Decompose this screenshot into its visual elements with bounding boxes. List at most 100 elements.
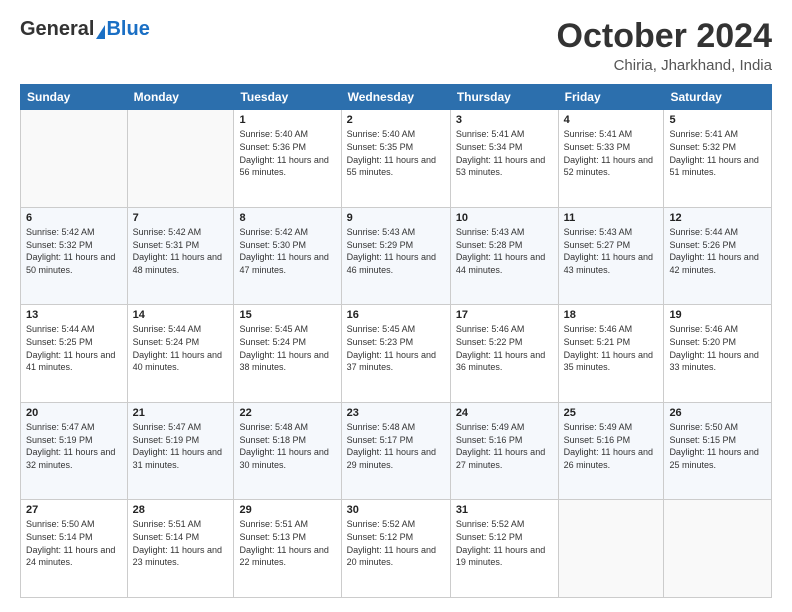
day-number: 3	[456, 114, 553, 126]
day-info: Sunrise: 5:49 AM Sunset: 5:16 PM Dayligh…	[456, 421, 553, 471]
page: General Blue October 2024 Chiria, Jharkh…	[0, 0, 792, 612]
day-number: 10	[456, 212, 553, 224]
day-number: 18	[564, 309, 659, 321]
day-cell: 7 Sunrise: 5:42 AM Sunset: 5:31 PM Daylig…	[127, 207, 234, 305]
day-info: Sunrise: 5:41 AM Sunset: 5:33 PM Dayligh…	[564, 128, 659, 178]
day-number: 6	[26, 212, 122, 224]
logo-triangle-icon	[96, 25, 105, 39]
day-cell: 12 Sunrise: 5:44 AM Sunset: 5:26 PM Dayli…	[664, 207, 772, 305]
day-number: 12	[669, 212, 766, 224]
col-header-sunday: Sunday	[21, 85, 128, 110]
day-number: 26	[669, 407, 766, 419]
day-info: Sunrise: 5:43 AM Sunset: 5:29 PM Dayligh…	[347, 226, 445, 276]
day-info: Sunrise: 5:51 AM Sunset: 5:13 PM Dayligh…	[239, 518, 335, 568]
day-number: 27	[26, 504, 122, 516]
day-number: 15	[239, 309, 335, 321]
col-header-friday: Friday	[558, 85, 664, 110]
col-header-wednesday: Wednesday	[341, 85, 450, 110]
day-info: Sunrise: 5:42 AM Sunset: 5:32 PM Dayligh…	[26, 226, 122, 276]
day-info: Sunrise: 5:40 AM Sunset: 5:36 PM Dayligh…	[239, 128, 335, 178]
day-cell: 21 Sunrise: 5:47 AM Sunset: 5:19 PM Dayli…	[127, 402, 234, 500]
day-number: 22	[239, 407, 335, 419]
day-cell: 16Sunrise: 5:45 AM Sunset: 5:23 PM Dayli…	[341, 305, 450, 403]
day-info: Sunrise: 5:52 AM Sunset: 5:12 PM Dayligh…	[456, 518, 553, 568]
day-number: 4	[564, 114, 659, 126]
day-info: Sunrise: 5:44 AM Sunset: 5:26 PM Dayligh…	[669, 226, 766, 276]
day-info: Sunrise: 5:50 AM Sunset: 5:15 PM Dayligh…	[669, 421, 766, 471]
day-number: 9	[347, 212, 445, 224]
day-cell: 31 Sunrise: 5:52 AM Sunset: 5:12 PM Dayli…	[450, 500, 558, 598]
day-cell: 14 Sunrise: 5:44 AM Sunset: 5:24 PM Dayli…	[127, 305, 234, 403]
day-number: 11	[564, 212, 659, 224]
day-info: Sunrise: 5:50 AM Sunset: 5:14 PM Dayligh…	[26, 518, 122, 568]
logo: General Blue	[20, 18, 150, 41]
week-row-3: 13 Sunrise: 5:44 AM Sunset: 5:25 PM Dayli…	[21, 305, 772, 403]
day-info: Sunrise: 5:41 AM Sunset: 5:32 PM Dayligh…	[669, 128, 766, 178]
day-cell: 22 Sunrise: 5:48 AM Sunset: 5:18 PM Dayli…	[234, 402, 341, 500]
day-cell: 4 Sunrise: 5:41 AM Sunset: 5:33 PM Daylig…	[558, 110, 664, 208]
day-cell: 27 Sunrise: 5:50 AM Sunset: 5:14 PM Dayli…	[21, 500, 128, 598]
day-cell: 9 Sunrise: 5:43 AM Sunset: 5:29 PM Daylig…	[341, 207, 450, 305]
day-info: Sunrise: 5:45 AM Sunset: 5:24 PM Dayligh…	[239, 323, 335, 373]
day-number: 14	[133, 309, 229, 321]
day-cell: 3 Sunrise: 5:41 AM Sunset: 5:34 PM Daylig…	[450, 110, 558, 208]
day-cell: 23Sunrise: 5:48 AM Sunset: 5:17 PM Dayli…	[341, 402, 450, 500]
day-number: 21	[133, 407, 229, 419]
day-info: Sunrise: 5:42 AM Sunset: 5:30 PM Dayligh…	[239, 226, 335, 276]
day-number: 13	[26, 309, 122, 321]
day-cell: 15 Sunrise: 5:45 AM Sunset: 5:24 PM Dayli…	[234, 305, 341, 403]
day-cell: 25 Sunrise: 5:49 AM Sunset: 5:16 PM Dayli…	[558, 402, 664, 500]
day-cell	[127, 110, 234, 208]
day-cell: 19Sunrise: 5:46 AM Sunset: 5:20 PM Dayli…	[664, 305, 772, 403]
day-cell	[558, 500, 664, 598]
day-cell: 28Sunrise: 5:51 AM Sunset: 5:14 PM Dayli…	[127, 500, 234, 598]
day-number: 2	[347, 114, 445, 126]
calendar-table: SundayMondayTuesdayWednesdayThursdayFrid…	[20, 84, 772, 598]
day-cell: 24Sunrise: 5:49 AM Sunset: 5:16 PM Dayli…	[450, 402, 558, 500]
col-header-tuesday: Tuesday	[234, 85, 341, 110]
day-number: 29	[239, 504, 335, 516]
day-cell: 30Sunrise: 5:52 AM Sunset: 5:12 PM Dayli…	[341, 500, 450, 598]
day-number: 5	[669, 114, 766, 126]
day-info: Sunrise: 5:44 AM Sunset: 5:24 PM Dayligh…	[133, 323, 229, 373]
day-number: 20	[26, 407, 122, 419]
day-info: Sunrise: 5:48 AM Sunset: 5:18 PM Dayligh…	[239, 421, 335, 471]
day-cell: 18 Sunrise: 5:46 AM Sunset: 5:21 PM Dayli…	[558, 305, 664, 403]
day-info: Sunrise: 5:41 AM Sunset: 5:34 PM Dayligh…	[456, 128, 553, 178]
day-number: 25	[564, 407, 659, 419]
day-cell: 17Sunrise: 5:46 AM Sunset: 5:22 PM Dayli…	[450, 305, 558, 403]
logo-blue-text: Blue	[106, 18, 149, 41]
day-cell: 20 Sunrise: 5:47 AM Sunset: 5:19 PM Dayli…	[21, 402, 128, 500]
day-number: 1	[239, 114, 335, 126]
week-row-1: 1 Sunrise: 5:40 AM Sunset: 5:36 PM Daylig…	[21, 110, 772, 208]
day-cell: 13 Sunrise: 5:44 AM Sunset: 5:25 PM Dayli…	[21, 305, 128, 403]
month-title: October 2024	[557, 18, 772, 55]
col-header-saturday: Saturday	[664, 85, 772, 110]
day-cell: 1 Sunrise: 5:40 AM Sunset: 5:36 PM Daylig…	[234, 110, 341, 208]
day-info: Sunrise: 5:42 AM Sunset: 5:31 PM Dayligh…	[133, 226, 229, 276]
day-cell: 26 Sunrise: 5:50 AM Sunset: 5:15 PM Dayli…	[664, 402, 772, 500]
day-info: Sunrise: 5:47 AM Sunset: 5:19 PM Dayligh…	[26, 421, 122, 471]
day-cell: 2Sunrise: 5:40 AM Sunset: 5:35 PM Daylig…	[341, 110, 450, 208]
day-number: 7	[133, 212, 229, 224]
day-number: 17	[456, 309, 553, 321]
day-cell: 10Sunrise: 5:43 AM Sunset: 5:28 PM Dayli…	[450, 207, 558, 305]
week-row-2: 6 Sunrise: 5:42 AM Sunset: 5:32 PM Daylig…	[21, 207, 772, 305]
day-number: 8	[239, 212, 335, 224]
day-number: 31	[456, 504, 553, 516]
day-number: 19	[669, 309, 766, 321]
week-row-4: 20 Sunrise: 5:47 AM Sunset: 5:19 PM Dayli…	[21, 402, 772, 500]
day-info: Sunrise: 5:47 AM Sunset: 5:19 PM Dayligh…	[133, 421, 229, 471]
day-info: Sunrise: 5:46 AM Sunset: 5:21 PM Dayligh…	[564, 323, 659, 373]
day-info: Sunrise: 5:51 AM Sunset: 5:14 PM Dayligh…	[133, 518, 229, 568]
day-number: 23	[347, 407, 445, 419]
day-cell: 29 Sunrise: 5:51 AM Sunset: 5:13 PM Dayli…	[234, 500, 341, 598]
title-block: October 2024 Chiria, Jharkhand, India	[557, 18, 772, 74]
location-title: Chiria, Jharkhand, India	[557, 57, 772, 74]
day-cell: 8 Sunrise: 5:42 AM Sunset: 5:30 PM Daylig…	[234, 207, 341, 305]
day-cell	[664, 500, 772, 598]
col-header-thursday: Thursday	[450, 85, 558, 110]
day-info: Sunrise: 5:44 AM Sunset: 5:25 PM Dayligh…	[26, 323, 122, 373]
col-header-monday: Monday	[127, 85, 234, 110]
day-info: Sunrise: 5:49 AM Sunset: 5:16 PM Dayligh…	[564, 421, 659, 471]
